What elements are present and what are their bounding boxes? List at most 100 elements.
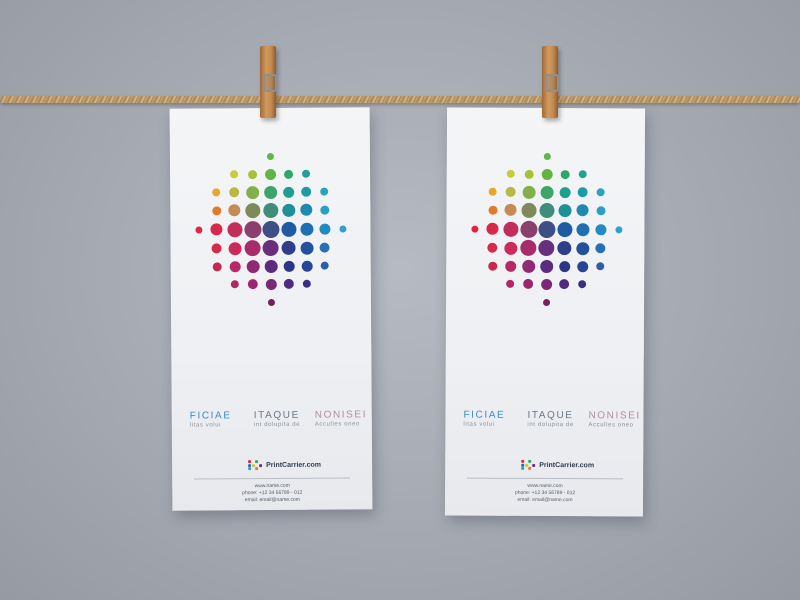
- heading-subtitle: Acculles oneo: [588, 422, 634, 429]
- color-dot: [261, 220, 280, 238]
- color-dot-pattern: [190, 147, 351, 328]
- color-dot: [539, 259, 553, 273]
- color-dot: [283, 278, 294, 289]
- logo-pixel: [531, 463, 535, 467]
- heading-title: NONISEI: [314, 409, 368, 421]
- color-dot: [243, 220, 262, 238]
- color-dot: [521, 259, 535, 273]
- flyer-card-left: FICIAE litas volui ITAQUE int dolupita d…: [169, 107, 373, 511]
- color-dot: [557, 241, 572, 256]
- color-dot: [487, 242, 498, 253]
- heading-title: FICIAE: [189, 410, 232, 422]
- divider: [467, 477, 624, 480]
- color-dot: [486, 222, 499, 235]
- headings: FICIAE litas volui ITAQUE int dolupita d…: [463, 410, 643, 441]
- logo-pixel: [528, 466, 532, 470]
- color-dot: [265, 278, 277, 290]
- color-dot: [194, 225, 202, 234]
- color-dot: [488, 205, 498, 215]
- color-dot: [266, 152, 274, 160]
- heading-subtitle: litas volui: [463, 421, 495, 428]
- color-dot: [245, 185, 259, 199]
- color-dot: [212, 188, 221, 197]
- color-dot: [302, 169, 311, 178]
- clothespin-left: [260, 46, 277, 118]
- color-dot: [506, 279, 515, 288]
- color-dot: [538, 239, 555, 257]
- printcarrier-logo: PrintCarrier.com: [521, 459, 595, 470]
- color-dot: [229, 260, 241, 272]
- color-dot: [522, 185, 536, 199]
- color-dot: [244, 202, 260, 218]
- color-dot: [576, 204, 589, 217]
- color-dot: [320, 187, 329, 196]
- color-dot: [614, 225, 622, 233]
- color-dot: [228, 241, 242, 255]
- logo-pixel: [255, 460, 259, 464]
- color-dot: [558, 260, 570, 272]
- color-dot: [505, 186, 516, 197]
- color-dot: [506, 169, 515, 178]
- color-dot: [226, 221, 242, 237]
- color-dot: [230, 280, 239, 289]
- logo-pixel: [251, 463, 255, 467]
- color-dot: [596, 188, 605, 197]
- color-dot: [228, 204, 241, 217]
- heading-2: ITAQUE int dolupita de: [254, 410, 300, 428]
- color-dot: [559, 279, 570, 290]
- heading-2: ITAQUE int dolupita de: [527, 410, 573, 428]
- logo-text: PrintCarrier.com: [539, 461, 595, 469]
- color-dot: [523, 278, 534, 289]
- rope: [0, 96, 800, 103]
- color-dot: [504, 260, 516, 272]
- color-dot: [262, 202, 278, 218]
- color-dot: [301, 186, 312, 197]
- color-dot: [577, 187, 588, 198]
- color-dot: [246, 259, 260, 273]
- logo-pixel: [255, 467, 259, 471]
- heading-title: ITAQUE: [253, 409, 300, 422]
- heading-subtitle: Acculles oneo: [314, 421, 361, 428]
- color-dot: [557, 203, 572, 217]
- color-dot: [520, 202, 537, 218]
- color-dot: [319, 205, 329, 215]
- color-dot: [230, 170, 239, 179]
- color-dot: [210, 223, 223, 236]
- color-dot: [212, 261, 222, 271]
- logo-pixel: [524, 463, 528, 467]
- color-dot: [487, 261, 497, 271]
- color-dot: [519, 220, 537, 238]
- color-dot: [283, 169, 293, 179]
- color-dot-pattern: [466, 148, 627, 329]
- logo-pixel: [521, 466, 525, 470]
- color-dot: [541, 168, 553, 180]
- color-dot: [504, 203, 517, 216]
- color-dot: [229, 187, 240, 198]
- color-dot: [283, 260, 295, 272]
- color-dot: [559, 186, 571, 198]
- flyer-card-right: FICIAE litas volui ITAQUE int dolupita d…: [444, 107, 646, 517]
- color-dot: [470, 225, 478, 233]
- color-dot: [524, 169, 534, 179]
- color-dot: [247, 279, 258, 290]
- contact-email: email: email@name.com: [517, 496, 573, 504]
- color-dot: [560, 169, 570, 179]
- color-dot: [281, 203, 295, 217]
- color-dot: [503, 241, 517, 255]
- color-dot: [575, 241, 589, 255]
- heading-title: ITAQUE: [527, 409, 574, 422]
- color-dot: [264, 259, 278, 273]
- color-dot: [211, 243, 222, 254]
- color-dot: [540, 185, 554, 199]
- heading-title: FICIAE: [463, 409, 506, 421]
- color-dot: [578, 280, 587, 289]
- color-dot: [281, 240, 296, 255]
- color-dot: [594, 223, 606, 235]
- color-dot: [262, 239, 279, 257]
- heading-subtitle: litas volui: [189, 422, 222, 429]
- color-dot: [301, 260, 313, 272]
- color-dot: [318, 223, 330, 235]
- color-dot: [502, 221, 518, 237]
- color-dot: [578, 170, 587, 179]
- printcarrier-logo: PrintCarrier.com: [248, 460, 321, 471]
